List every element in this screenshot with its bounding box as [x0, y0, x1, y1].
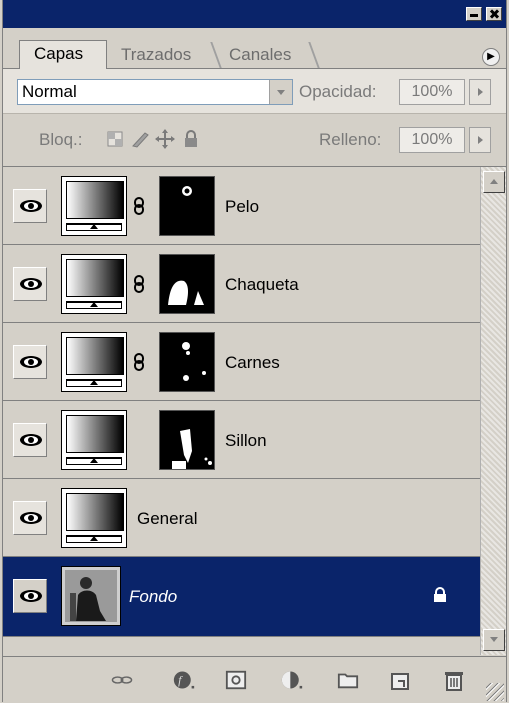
- blend-mode-select[interactable]: Normal: [17, 79, 293, 105]
- layers-empty-area: [3, 639, 481, 655]
- lock-position-icon[interactable]: [155, 129, 175, 149]
- add-mask-icon[interactable]: [225, 669, 247, 691]
- adjustment-thumbnail[interactable]: [61, 332, 127, 392]
- layer-row-carnes[interactable]: Carnes: [3, 323, 481, 401]
- portrait-photo: [62, 567, 120, 625]
- resize-grip[interactable]: [486, 683, 504, 701]
- layer-row-pelo[interactable]: Pelo: [3, 167, 481, 245]
- panel-tabs: Trazados Canales Capas ▶: [3, 28, 506, 69]
- visibility-toggle[interactable]: [13, 501, 47, 535]
- delete-layer-icon[interactable]: [443, 669, 465, 691]
- visibility-toggle[interactable]: [13, 189, 47, 223]
- blend-mode-value: Normal: [22, 82, 77, 101]
- layers-scrollbar[interactable]: [480, 167, 506, 655]
- tab-trazados[interactable]: Trazados: [107, 42, 215, 68]
- adjustment-thumbnail[interactable]: [61, 254, 127, 314]
- mask-shape: [168, 280, 204, 305]
- visibility-toggle[interactable]: [13, 345, 47, 379]
- layer-name[interactable]: Sillon: [225, 431, 267, 451]
- lock-fill-row: Bloq.: Relleno: 100%: [3, 114, 506, 167]
- eye-icon: [20, 434, 42, 446]
- layer-row-sillon[interactable]: Sillon: [3, 401, 481, 479]
- lock-image-pixels-icon[interactable]: [131, 130, 151, 148]
- opacity-slider-arrow[interactable]: [469, 79, 491, 105]
- lock-all-icon[interactable]: [183, 130, 199, 148]
- link-layers-icon[interactable]: [111, 669, 133, 691]
- new-group-icon[interactable]: [337, 669, 359, 691]
- layer-row-fondo[interactable]: Fondo: [3, 557, 481, 637]
- layer-mask-thumbnail[interactable]: [159, 410, 215, 470]
- scroll-up-button[interactable]: [483, 171, 505, 193]
- lock-icon: [434, 587, 446, 602]
- mask-shape: [182, 186, 192, 196]
- fill-slider-arrow[interactable]: [469, 127, 491, 153]
- opacity-field[interactable]: 100%: [399, 79, 465, 105]
- fill-field[interactable]: 100%: [399, 127, 465, 153]
- adjustment-thumbnail[interactable]: [61, 176, 127, 236]
- layer-row-general[interactable]: General: [3, 479, 481, 557]
- eye-icon: [20, 356, 42, 368]
- eye-icon: [20, 278, 42, 290]
- mask-shape: [182, 342, 206, 381]
- visibility-toggle[interactable]: [13, 579, 47, 613]
- chain-link-icon[interactable]: [133, 353, 145, 371]
- fill-label: Relleno:: [319, 130, 382, 149]
- layers-list: Pelo Chaqueta Carnes Sillon General Fond…: [3, 167, 481, 655]
- close-button[interactable]: [486, 7, 502, 21]
- tab-canales[interactable]: Canales: [215, 42, 315, 68]
- chevron-down-icon[interactable]: [269, 80, 292, 104]
- adjustment-layer-icon[interactable]: [281, 669, 303, 691]
- layer-name[interactable]: Pelo: [225, 197, 259, 217]
- layer-style-icon[interactable]: f: [173, 669, 195, 691]
- panel-menu-button[interactable]: ▶: [482, 48, 500, 66]
- minimize-button[interactable]: [466, 7, 482, 21]
- layers-panel: Trazados Canales Capas ▶ Normal Opacidad…: [2, 0, 507, 703]
- eye-icon: [20, 590, 42, 602]
- scroll-down-button[interactable]: [483, 629, 505, 651]
- mask-shape: [172, 429, 212, 469]
- eye-icon: [20, 512, 42, 524]
- layer-row-chaqueta[interactable]: Chaqueta: [3, 245, 481, 323]
- layer-mask-thumbnail[interactable]: [159, 332, 215, 392]
- chain-link-icon[interactable]: [133, 275, 145, 293]
- image-thumbnail[interactable]: [61, 566, 121, 626]
- adjustment-thumbnail[interactable]: [61, 410, 127, 470]
- eye-icon: [20, 200, 42, 212]
- visibility-toggle[interactable]: [13, 267, 47, 301]
- layer-name[interactable]: Carnes: [225, 353, 280, 373]
- opacity-label: Opacidad:: [299, 82, 377, 101]
- layer-mask-thumbnail[interactable]: [159, 176, 215, 236]
- adjustment-thumbnail[interactable]: [61, 488, 127, 548]
- blend-opacity-row: Normal Opacidad: 100%: [3, 69, 506, 114]
- tab-capas[interactable]: Capas: [19, 40, 107, 69]
- layer-name[interactable]: General: [137, 509, 197, 529]
- new-layer-icon[interactable]: [389, 669, 411, 691]
- panel-titlebar: [3, 0, 506, 28]
- layer-name[interactable]: Fondo: [129, 587, 177, 607]
- layer-name[interactable]: Chaqueta: [225, 275, 299, 295]
- layers-bottom-toolbar: f: [3, 656, 506, 703]
- lock-transparency-icon[interactable]: [107, 131, 123, 147]
- layer-mask-thumbnail[interactable]: [159, 254, 215, 314]
- visibility-toggle[interactable]: [13, 423, 47, 457]
- lock-label: Bloq.:: [39, 130, 83, 149]
- chain-link-icon[interactable]: [133, 197, 145, 215]
